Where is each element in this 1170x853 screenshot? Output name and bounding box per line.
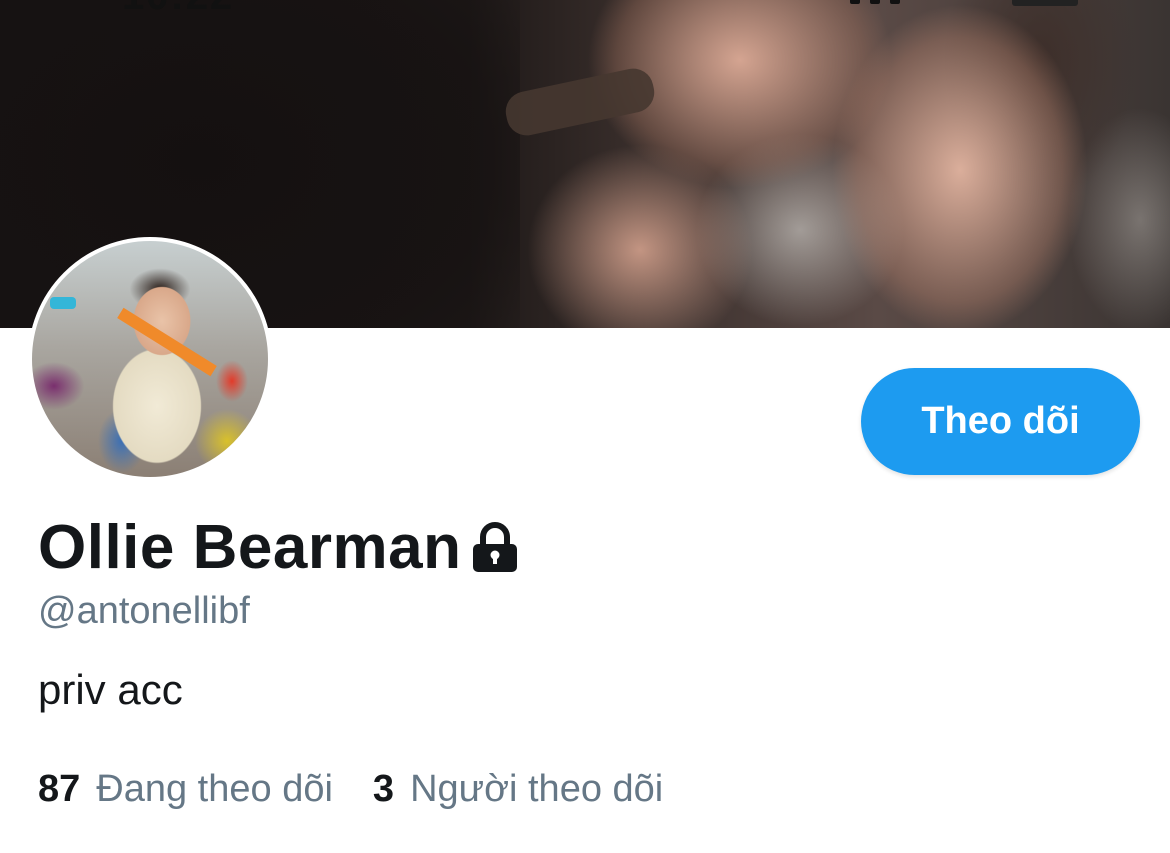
following-label: Đang theo dõi bbox=[96, 768, 333, 810]
following-count: 87 bbox=[38, 768, 81, 810]
followers-stat[interactable]: 3 Người theo dõi bbox=[373, 768, 663, 811]
followers-count: 3 bbox=[372, 768, 395, 810]
signal-icon bbox=[850, 0, 900, 4]
signal-bar bbox=[890, 0, 900, 4]
profile-bio: priv acc bbox=[38, 666, 183, 713]
follow-button[interactable]: Theo dõi bbox=[861, 368, 1140, 475]
avatar-detail bbox=[50, 297, 76, 309]
signal-bar bbox=[870, 0, 880, 4]
banner-detail bbox=[502, 64, 658, 140]
signal-bar bbox=[850, 0, 860, 4]
battery-icon bbox=[1012, 0, 1078, 6]
profile-handle: @antonellibf bbox=[38, 590, 250, 632]
followers-label: Người theo dõi bbox=[410, 768, 664, 810]
following-stat[interactable]: 87 Đang theo dõi bbox=[38, 768, 333, 811]
avatar-detail bbox=[117, 307, 217, 377]
name-row: Ollie Bearman bbox=[38, 512, 519, 583]
profile-page: 10:22 Theo dõi Ollie Bearman @antonellib… bbox=[0, 0, 1170, 853]
profile-stats: 87 Đang theo dõi 3 Người theo dõi bbox=[38, 768, 663, 811]
status-time: 10:22 bbox=[122, 0, 234, 19]
lock-icon bbox=[471, 521, 519, 574]
status-bar: 10:22 bbox=[0, 0, 1170, 18]
avatar[interactable] bbox=[28, 237, 272, 481]
display-name: Ollie Bearman bbox=[38, 513, 462, 582]
